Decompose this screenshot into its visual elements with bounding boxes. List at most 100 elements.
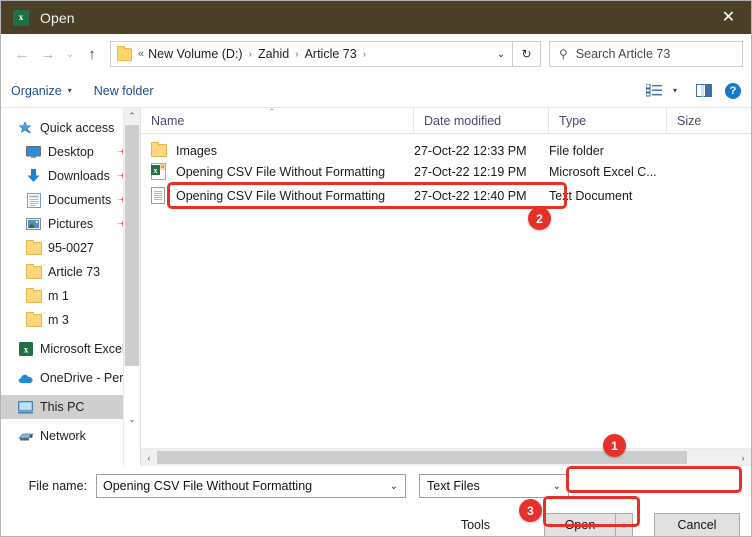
sidebar-item-label: m 3 (48, 313, 69, 327)
search-icon: ⚲ (559, 47, 568, 61)
file-name-label: Opening CSV File Without Formatting (176, 188, 386, 203)
breadcrumb-item-zahid[interactable]: Zahid (258, 47, 289, 61)
back-button[interactable]: ← (9, 41, 35, 67)
sidebar-item-95-0027[interactable]: 95-0027 (1, 236, 140, 260)
command-bar-right: ▾ ? (645, 82, 741, 99)
chevron-down-icon[interactable]: ▾ (673, 86, 677, 95)
sidebar-item-this-pc[interactable]: This PC (1, 395, 140, 419)
file-type-filter-dropdown[interactable]: Text Files ⌄ (419, 474, 569, 498)
preview-pane-icon[interactable] (695, 83, 713, 99)
sidebar-item-pictures[interactable]: Pictures 📌 (1, 212, 140, 236)
organize-label: Organize (11, 83, 62, 98)
navigation-pane: Quick access Desktop 📌 (1, 108, 140, 466)
folder-icon (151, 142, 169, 157)
open-button[interactable]: Open ▾ (544, 512, 633, 536)
file-type-cell: File folder (549, 143, 604, 158)
folder-icon (25, 311, 42, 328)
address-bar[interactable]: « New Volume (D:) › Zahid › Article 73 ›… (110, 41, 513, 67)
file-type-filter-value: Text Files (427, 479, 480, 493)
command-bar: Organize ▾ New folder ▾ ? (1, 74, 751, 108)
sidebar-item-label: Quick access (40, 121, 115, 135)
sidebar-item-documents[interactable]: Documents 📌 (1, 188, 140, 212)
refresh-icon[interactable]: ↻ (513, 41, 541, 67)
sidebar-item-desktop[interactable]: Desktop 📌 (1, 140, 140, 164)
chevron-right-icon: › (362, 48, 367, 60)
up-button[interactable]: ↑ (79, 41, 105, 67)
navigation-bar: ← → ⌄ ↑ « New Volume (D:) › Zahid › Arti… (1, 34, 751, 74)
sidebar-item-label: Documents (48, 193, 112, 207)
file-name-label: Opening CSV File Without Formatting (176, 164, 386, 179)
sidebar-item-quick-access[interactable]: Quick access (1, 116, 140, 140)
organize-button[interactable]: Organize ▾ (11, 84, 72, 98)
sort-ascending-icon: ⌃ (268, 108, 276, 117)
breadcrumb-item-article73[interactable]: Article 73 (305, 47, 357, 61)
sidebar-item-label: m 1 (48, 289, 69, 303)
excel-icon: x (13, 9, 29, 26)
scroll-right-icon[interactable]: › (735, 453, 751, 463)
sidebar-item-m-3[interactable]: m 3 (1, 308, 140, 332)
chevron-down-icon[interactable]: ⌄ (390, 481, 398, 492)
close-icon[interactable]: ✕ (706, 1, 751, 34)
help-icon[interactable]: ? (725, 82, 741, 99)
file-date-cell: 27-Oct-22 12:19 PM (414, 164, 527, 179)
sidebar-item-label: Downloads (48, 169, 110, 183)
column-header-size[interactable]: Size (667, 108, 727, 133)
scroll-down-icon[interactable]: ⌄ (124, 366, 140, 466)
sidebar-item-network[interactable]: Network (1, 424, 140, 448)
sidebar-item-downloads[interactable]: Downloads 📌 (1, 164, 140, 188)
cancel-button[interactable]: Cancel (654, 512, 740, 536)
tools-button[interactable]: Tools (461, 518, 490, 532)
this-pc-icon (17, 399, 34, 415)
open-file-dialog: x Open ✕ ← → ⌄ ↑ « New Volume (D:) › Zah… (0, 0, 752, 537)
column-header-date-modified[interactable]: Date modified (414, 108, 549, 133)
excel-icon-glyph: x (18, 12, 24, 22)
file-name-cell: Opening CSV File Without Formatting (141, 187, 414, 204)
desktop-icon (25, 144, 42, 160)
table-row-selected[interactable]: Opening CSV File Without Formatting 27-O… (141, 185, 751, 206)
file-name-label: Images (176, 143, 217, 158)
column-header-name[interactable]: Name ⌃ (141, 108, 414, 133)
sidebar-item-onedrive[interactable]: OneDrive - Personal (1, 366, 140, 390)
file-name-row: File name: Opening CSV File Without Form… (1, 473, 751, 499)
file-type-cell: Text Document (549, 188, 633, 203)
forward-button[interactable]: → (35, 41, 61, 67)
view-options-icon[interactable] (645, 83, 663, 99)
recent-locations-button[interactable]: ⌄ (61, 41, 79, 67)
address-dropdown-icon[interactable]: ⌄ (490, 42, 512, 66)
sidebar-item-microsoft-excel[interactable]: x Microsoft Excel (1, 337, 140, 361)
column-header-label: Name (151, 113, 185, 128)
file-date-cell: 27-Oct-22 12:40 PM (414, 188, 527, 203)
file-name-input[interactable]: Opening CSV File Without Formatting ⌄ (96, 474, 406, 498)
title-bar: x Open ✕ (1, 1, 751, 34)
column-header-label: Date modified (424, 113, 502, 128)
scrollbar-track[interactable] (157, 450, 735, 465)
table-row[interactable]: Opening CSV File Without Formatting 27-O… (141, 161, 751, 182)
excel-icon: x (17, 341, 34, 357)
onedrive-icon (17, 370, 34, 386)
new-folder-button[interactable]: New folder (94, 84, 154, 98)
sidebar-item-label: 95-0027 (48, 241, 94, 255)
open-button-label[interactable]: Open (544, 512, 616, 536)
folder-icon (117, 45, 132, 61)
chevron-right-icon: › (248, 48, 252, 60)
breadcrumb-item-drive[interactable]: New Volume (D:) (148, 47, 242, 61)
address-overflow-icon[interactable]: « (138, 48, 144, 60)
open-dropdown-icon[interactable]: ▾ (616, 512, 633, 536)
window-title: Open (40, 9, 75, 26)
search-input[interactable]: ⚲ Search Article 73 (549, 41, 743, 67)
chevron-down-icon: ▾ (67, 86, 72, 95)
table-row[interactable]: Images 27-Oct-22 12:33 PM File folder (141, 140, 751, 161)
button-row: Tools Open ▾ Cancel (1, 511, 751, 536)
scroll-left-icon[interactable]: ‹ (141, 453, 157, 463)
sidebar-item-article-73[interactable]: Article 73 (1, 260, 140, 284)
column-header-type[interactable]: Type (549, 108, 667, 133)
column-headers: Name ⌃ Date modified Type Size (141, 108, 751, 134)
sidebar-item-label: Pictures (48, 217, 94, 231)
horizontal-scrollbar[interactable]: ‹ › (141, 448, 751, 466)
sidebar-scrollbar[interactable]: ⌃ ⌄ (123, 108, 140, 466)
scroll-up-icon[interactable]: ⌃ (124, 108, 140, 124)
file-list-pane: Name ⌃ Date modified Type Size Images 27… (140, 108, 751, 466)
chevron-right-icon: › (295, 48, 299, 60)
chevron-down-icon[interactable]: ⌄ (553, 481, 561, 492)
sidebar-item-m-1[interactable]: m 1 (1, 284, 140, 308)
